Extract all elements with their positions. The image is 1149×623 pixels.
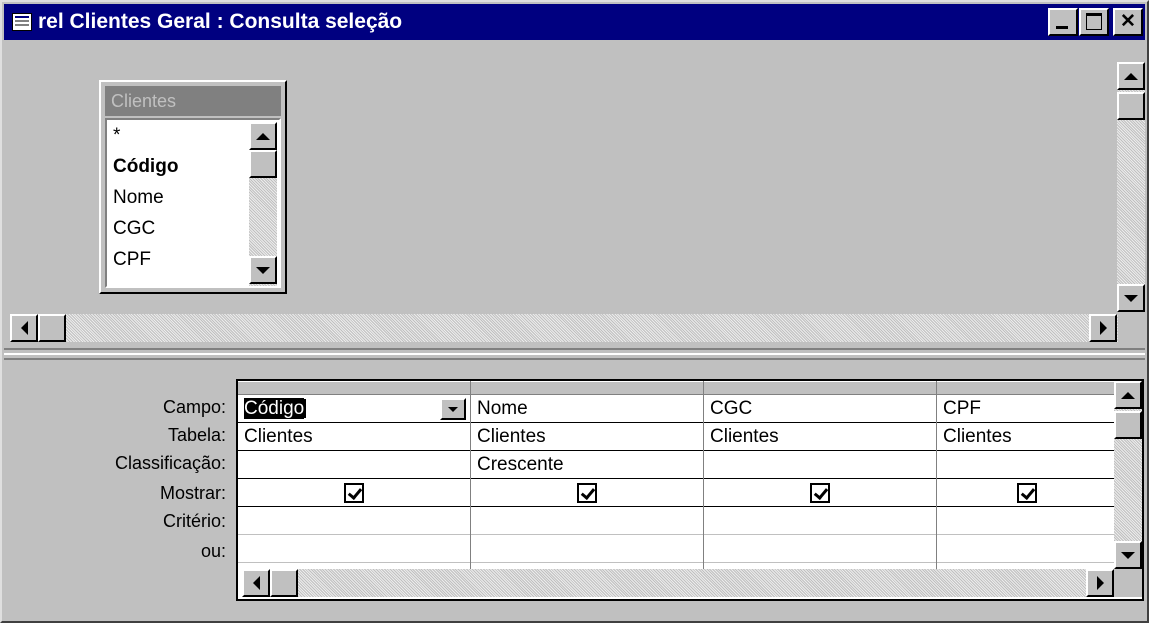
ou-cell[interactable] xyxy=(704,535,936,563)
grid-scroll-left-button[interactable] xyxy=(242,569,270,597)
column-selector[interactable] xyxy=(937,381,1116,395)
row-label-campo: Campo: xyxy=(162,397,226,417)
arrow-up-icon xyxy=(1121,391,1135,399)
grid-corner xyxy=(1114,569,1142,597)
mostrar-cell[interactable] xyxy=(704,479,936,507)
ou-cell[interactable] xyxy=(471,535,703,563)
grid-column[interactable]: Nome Clientes Crescente xyxy=(471,381,704,571)
arrow-down-icon xyxy=(256,266,270,274)
campo-cell[interactable]: CPF xyxy=(937,395,1116,423)
query-icon[interactable] xyxy=(12,13,32,31)
campo-cell[interactable]: CGC xyxy=(704,395,936,423)
row-label-criterio: Critério: xyxy=(162,511,226,531)
field-list-title[interactable]: Clientes xyxy=(105,86,281,116)
chevron-down-icon xyxy=(448,406,458,412)
pane-splitter[interactable] xyxy=(4,348,1145,360)
table-pane-hscroll-track[interactable] xyxy=(10,314,1118,342)
maximize-button[interactable] xyxy=(1079,8,1109,36)
window-controls xyxy=(1047,8,1143,36)
campo-cell[interactable]: Código xyxy=(238,395,470,423)
grid-hscroll-thumb[interactable] xyxy=(270,569,298,597)
grid-scroll-right-button[interactable] xyxy=(1086,569,1114,597)
grid-column[interactable]: CPF Clientes xyxy=(937,381,1117,571)
row-label-classificacao: Classificação: xyxy=(114,453,226,473)
criterio-cell[interactable] xyxy=(937,507,1116,535)
classificacao-cell[interactable] xyxy=(238,451,470,479)
arrow-up-icon xyxy=(256,132,270,140)
arrow-left-icon xyxy=(20,321,28,335)
arrow-right-icon xyxy=(1096,576,1104,590)
table-pane-scroll-down-button[interactable] xyxy=(1117,284,1145,312)
grid-vscroll-thumb[interactable] xyxy=(1114,411,1142,439)
arrow-down-icon xyxy=(1121,551,1135,559)
criterio-cell[interactable] xyxy=(238,507,470,535)
campo-cell[interactable]: Nome xyxy=(471,395,703,423)
table-pane-scroll-up-button[interactable] xyxy=(1117,62,1145,90)
title-bar[interactable]: rel Clientes Geral : Consulta seleção xyxy=(4,4,1145,40)
column-selector[interactable] xyxy=(238,381,470,395)
criterio-cell[interactable] xyxy=(471,507,703,535)
close-button[interactable] xyxy=(1113,8,1143,36)
table-pane-scroll-left-button[interactable] xyxy=(10,314,38,342)
text-caret xyxy=(304,399,307,419)
grid-scroll-up-button[interactable] xyxy=(1114,381,1142,409)
show-checkbox[interactable] xyxy=(577,483,597,503)
ou-cell[interactable] xyxy=(238,535,470,563)
mostrar-cell[interactable] xyxy=(937,479,1116,507)
grid-column[interactable]: CGC Clientes xyxy=(704,381,937,571)
query-design-grid[interactable]: Código Clientes Nome Clientes Crescente … xyxy=(236,379,1144,601)
grid-column[interactable]: Código Clientes xyxy=(238,381,471,571)
table-pane-scroll-right-button[interactable] xyxy=(1089,314,1117,342)
tabela-cell[interactable]: Clientes xyxy=(704,423,936,451)
criterio-cell[interactable] xyxy=(704,507,936,535)
campo-dropdown-button[interactable] xyxy=(440,398,466,420)
classificacao-cell[interactable] xyxy=(937,451,1116,479)
grid-scroll-down-button[interactable] xyxy=(1114,541,1142,569)
window-title: rel Clientes Geral : Consulta seleção xyxy=(38,10,403,33)
column-selector[interactable] xyxy=(471,381,703,395)
column-selector[interactable] xyxy=(704,381,936,395)
classificacao-cell[interactable] xyxy=(704,451,936,479)
table-pane-vscroll-thumb[interactable] xyxy=(1117,92,1145,120)
tabela-cell[interactable]: Clientes xyxy=(238,423,470,451)
field-list-body[interactable]: * Código Nome CGC CPF xyxy=(105,118,281,288)
ou-cell[interactable] xyxy=(937,535,1116,563)
classificacao-cell[interactable]: Crescente xyxy=(471,451,703,479)
field-list-scroll-down-button[interactable] xyxy=(249,256,277,284)
show-checkbox[interactable] xyxy=(1016,483,1037,503)
row-label-tabela: Tabela: xyxy=(167,425,226,445)
mostrar-cell[interactable] xyxy=(238,479,470,507)
query-design-window: rel Clientes Geral : Consulta seleção Cl… xyxy=(0,0,1149,623)
field-list-scroll-up-button[interactable] xyxy=(249,122,277,150)
row-label-ou: ou: xyxy=(200,541,226,561)
field-list-vscroll-thumb[interactable] xyxy=(249,150,277,178)
tabela-cell[interactable]: Clientes xyxy=(471,423,703,451)
arrow-down-icon xyxy=(1124,294,1138,302)
grid-hscroll-track[interactable] xyxy=(242,569,1114,597)
clientes-field-list[interactable]: Clientes * Código Nome CGC CPF xyxy=(99,80,287,294)
row-label-mostrar: Mostrar: xyxy=(159,483,226,503)
arrow-right-icon xyxy=(1099,321,1107,335)
show-checkbox[interactable] xyxy=(810,483,830,503)
tabela-cell[interactable]: Clientes xyxy=(937,423,1116,451)
arrow-up-icon xyxy=(1124,72,1138,80)
show-checkbox[interactable] xyxy=(344,483,364,503)
campo-value: Código xyxy=(244,398,305,419)
mostrar-cell[interactable] xyxy=(471,479,703,507)
table-pane-hscroll-thumb[interactable] xyxy=(38,314,66,342)
minimize-button[interactable] xyxy=(1048,8,1078,36)
arrow-left-icon xyxy=(252,576,260,590)
